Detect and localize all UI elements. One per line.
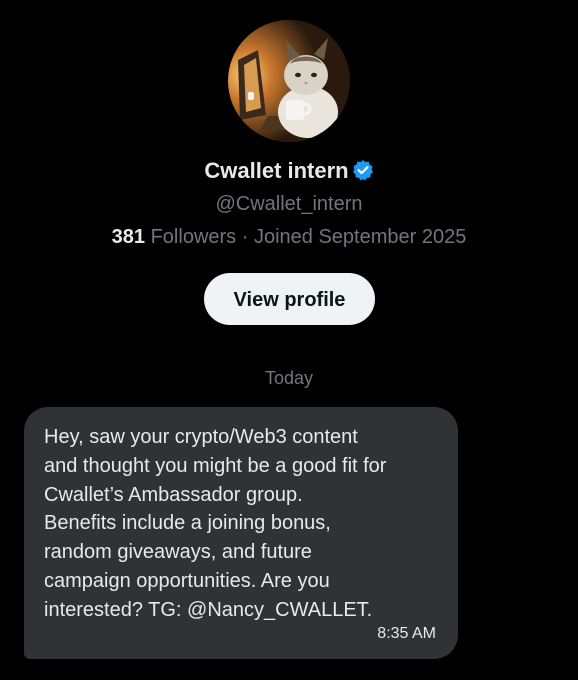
message-line: random giveaways, and future (44, 541, 312, 564)
profile-stats: 381 Followers · Joined September 2025 (0, 225, 578, 249)
date-divider: Today (264, 368, 314, 388)
message-line: and thought you might be a good fit for (44, 454, 387, 477)
profile-name-row: Cwallet intern (0, 157, 578, 188)
message-line: campaign opportunities. Are you (44, 569, 330, 592)
avatar-cat-illustration (228, 20, 350, 142)
stats-separator: · (241, 226, 249, 248)
view-profile-button[interactable]: View profile (204, 273, 375, 325)
avatar[interactable] (228, 20, 350, 142)
joined-date: Joined September 2025 (253, 226, 467, 248)
message-line: Hey, saw your crypto/Web3 content (44, 426, 358, 448)
message-bubble[interactable]: Hey, saw your crypto/Web3 content and th… (24, 407, 458, 659)
message-line: Cwallet’s Ambassador group. (44, 483, 303, 506)
followers-count[interactable]: 381 (112, 226, 145, 248)
message-line: Benefits include a joining bonus, (44, 512, 331, 535)
followers-label[interactable]: Followers (151, 226, 237, 248)
verified-badge-icon (352, 159, 374, 188)
profile-handle[interactable]: @Cwallet_intern (0, 192, 578, 216)
message-line: interested? TG: @Nancy_CWALLET. (44, 598, 373, 621)
message-timestamp: 8:35 AM (377, 625, 436, 642)
display-name[interactable]: Cwallet intern (204, 158, 348, 183)
